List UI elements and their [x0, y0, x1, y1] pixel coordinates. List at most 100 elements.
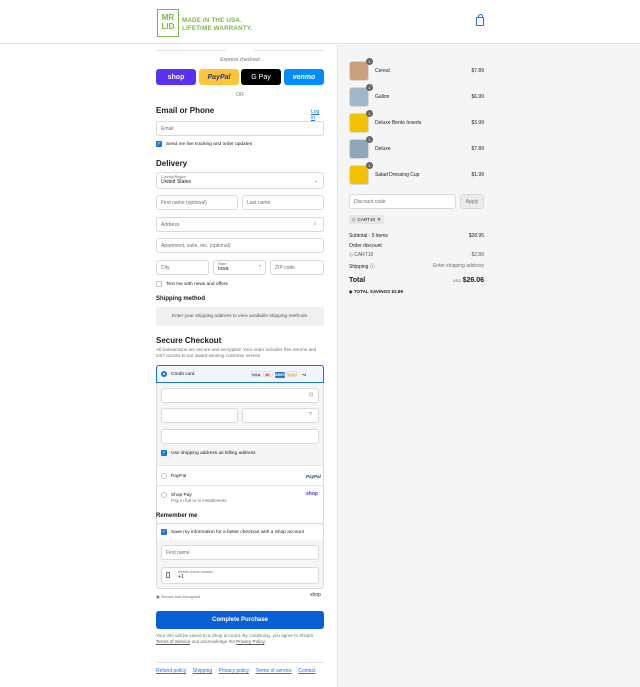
- save-info-checkbox-row[interactable]: ✓ Save my information for a faster check…: [161, 529, 304, 535]
- shop-pay-button[interactable]: shop: [156, 69, 196, 85]
- shipping-label: Shipping: [349, 264, 369, 270]
- terms-link[interactable]: Terms of Service: [156, 639, 190, 644]
- state-value: Iowa: [218, 266, 229, 272]
- billing-label: Use shipping address as billing address: [171, 450, 256, 456]
- last-name-field[interactable]: Last name: [242, 195, 324, 210]
- order-summary-panel: [337, 45, 640, 687]
- apartment-field[interactable]: Apartment, suite, etc. (optional): [156, 238, 324, 253]
- discover-icon: DISC: [287, 371, 297, 377]
- tag-icon: ◇: [352, 216, 356, 222]
- or-line-left: [156, 50, 226, 51]
- cart-item-price: $3.99: [471, 120, 484, 126]
- privacy-policy-link[interactable]: Privacy policy: [219, 668, 250, 674]
- zip-field[interactable]: ZIP code: [270, 260, 324, 275]
- currency-label: USD: [452, 278, 462, 283]
- radio-icon[interactable]: [161, 473, 167, 479]
- shopping-bag-icon[interactable]: [476, 14, 484, 26]
- cart-item-price: $7.89: [471, 146, 484, 152]
- apply-button[interactable]: Apply: [460, 194, 484, 209]
- more-cards-badge: +4: [302, 373, 306, 377]
- news-checkbox-row[interactable]: Text me with news and offers: [156, 281, 228, 287]
- google-pay-button[interactable]: G Pay: [241, 69, 281, 85]
- disclaimer-text-2: and acknowledge the: [190, 639, 237, 644]
- paypal-button[interactable]: PayPal: [199, 69, 239, 85]
- header: MR LID MADE IN THE USA. LIFETIME WARRANT…: [0, 0, 640, 44]
- savings-label: TOTAL SAVINGS: [353, 289, 391, 294]
- credit-card-radio-row[interactable]: Credit card: [161, 371, 194, 377]
- tracking-checkbox-row[interactable]: ✓ Send me live tracking and order update…: [156, 141, 252, 147]
- lock-icon: ⊡: [309, 392, 314, 398]
- complete-purchase-button[interactable]: Complete Purchase: [156, 611, 324, 629]
- mobile-phone-field[interactable]: Mobile phone number +1: [161, 567, 319, 584]
- email-field[interactable]: Email: [156, 121, 324, 136]
- tagline-line-2: LIFETIME WARRANTY.: [182, 25, 253, 32]
- checkbox-unchecked-icon[interactable]: [156, 281, 162, 287]
- cart-item-image: [349, 61, 369, 81]
- cart-item-price: $6.99: [471, 94, 484, 100]
- save-info-label: Save my information for a faster checkou…: [171, 529, 305, 535]
- city-field[interactable]: City: [156, 260, 209, 275]
- shop-logo: shop: [310, 592, 321, 598]
- shoppay-label: Shop Pay: [171, 492, 192, 498]
- country-select[interactable]: Country/Region United States: [156, 172, 324, 189]
- privacy-link[interactable]: Privacy Policy: [236, 639, 264, 644]
- checkbox-checked-icon[interactable]: ✓: [156, 141, 162, 147]
- phone-icon: [166, 572, 170, 578]
- cart-item-image: [349, 165, 369, 185]
- total-savings: ◈ TOTAL SAVINGS $2.89: [349, 289, 403, 295]
- or-divider: OR: [236, 92, 244, 98]
- venmo-button[interactable]: venmo: [284, 69, 324, 85]
- brand-logo[interactable]: MR LID: [157, 9, 179, 37]
- chevron-down-icon: ⌄: [258, 262, 263, 268]
- divider: [156, 465, 324, 466]
- address-field[interactable]: Address: [156, 217, 324, 232]
- remember-me-title: Remember me: [156, 513, 198, 519]
- close-icon[interactable]: ✕: [377, 217, 381, 223]
- paypal-option[interactable]: PayPal: [161, 473, 186, 479]
- subtotal-value: $28.95: [468, 233, 484, 239]
- refund-policy-link[interactable]: Refund policy: [156, 668, 186, 674]
- quantity-badge: 1: [366, 110, 373, 117]
- shipping-row: Shipping ⓘ Enter shipping address: [349, 263, 484, 270]
- info-icon[interactable]: ⓘ: [370, 264, 375, 270]
- contact-link[interactable]: Contact: [298, 668, 315, 674]
- discount-code: CART10: [354, 252, 374, 258]
- first-name-field[interactable]: First name (optional): [156, 195, 238, 210]
- radio-icon[interactable]: [161, 492, 167, 498]
- secure-note: ▣ Secure and encrypted: [156, 594, 200, 599]
- quantity-badge: 1: [366, 136, 373, 143]
- cart-item-name: Salad Dressing Cup: [375, 172, 420, 178]
- terms-of-service-link[interactable]: Terms of service: [255, 668, 291, 674]
- secure-checkout-title: Secure Checkout: [156, 336, 222, 345]
- security-code-field[interactable]: [242, 408, 319, 423]
- savings-value: $2.89: [391, 289, 404, 294]
- discount-code-field[interactable]: Discount code: [349, 194, 456, 209]
- shipping-link[interactable]: Shipping: [193, 668, 212, 674]
- cart-item-name: Cereal: [375, 68, 390, 74]
- login-link[interactable]: Log in: [311, 109, 324, 121]
- or-line-right: [254, 50, 324, 51]
- order-discount-row: Order discount: [349, 243, 484, 249]
- remember-first-name-field[interactable]: First name: [161, 545, 319, 560]
- quantity-badge: 1: [366, 162, 373, 169]
- name-on-card-field[interactable]: [161, 429, 319, 444]
- order-discount-label: Order discount: [349, 243, 382, 249]
- checkbox-checked-icon[interactable]: ✓: [161, 450, 167, 456]
- secure-checkout-subtitle: All transactions are secure and encrypte…: [156, 347, 317, 358]
- expiration-field[interactable]: [161, 408, 238, 423]
- paypal-logo: PayPal: [306, 474, 321, 479]
- billing-checkbox-row[interactable]: ✓ Use shipping address as billing addres…: [161, 450, 256, 456]
- disclaimer-text: Your info will be saved to a Shop accoun…: [156, 633, 314, 638]
- card-number-field[interactable]: [161, 388, 319, 403]
- amex-icon: AMEX: [275, 372, 286, 378]
- radio-selected-icon[interactable]: [161, 371, 167, 377]
- brand-tagline: MADE IN THE USA. LIFETIME WARRANTY.: [182, 17, 252, 33]
- contact-title: Email or Phone: [156, 106, 215, 115]
- quantity-badge: 1: [366, 58, 373, 65]
- quantity-badge: 1: [366, 84, 373, 91]
- help-icon: ?: [309, 412, 312, 418]
- tracking-label: Send me live tracking and order updates: [166, 141, 253, 147]
- checkbox-checked-icon[interactable]: ✓: [161, 529, 167, 535]
- cart-item-name: Deluxe: [375, 146, 391, 152]
- footer-links: Refund policy Shipping Privacy policy Te…: [156, 668, 320, 674]
